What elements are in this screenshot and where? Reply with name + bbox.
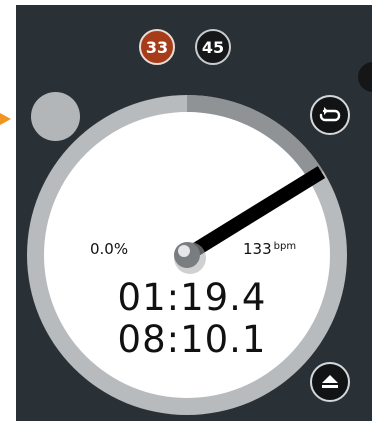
elapsed-time: 01:19.4 [117, 276, 267, 319]
bpm-unit: bpm [273, 241, 297, 252]
total-time: 08:10.1 [117, 318, 267, 361]
pitch-readout: 0.0% [90, 240, 129, 258]
eject-icon [322, 375, 338, 388]
cue-marker[interactable] [31, 92, 80, 141]
bpm-value: 133 [243, 240, 272, 258]
spindle-highlight [178, 245, 190, 257]
bpm-readout: 133 bpm [243, 240, 296, 258]
eject-button[interactable] [310, 362, 350, 402]
loop-icon [319, 107, 341, 122]
loop-button[interactable] [310, 95, 350, 135]
deck-stage: 33 45 0.0% 133 bpm 01:19.4 08:10.1 [0, 0, 372, 421]
